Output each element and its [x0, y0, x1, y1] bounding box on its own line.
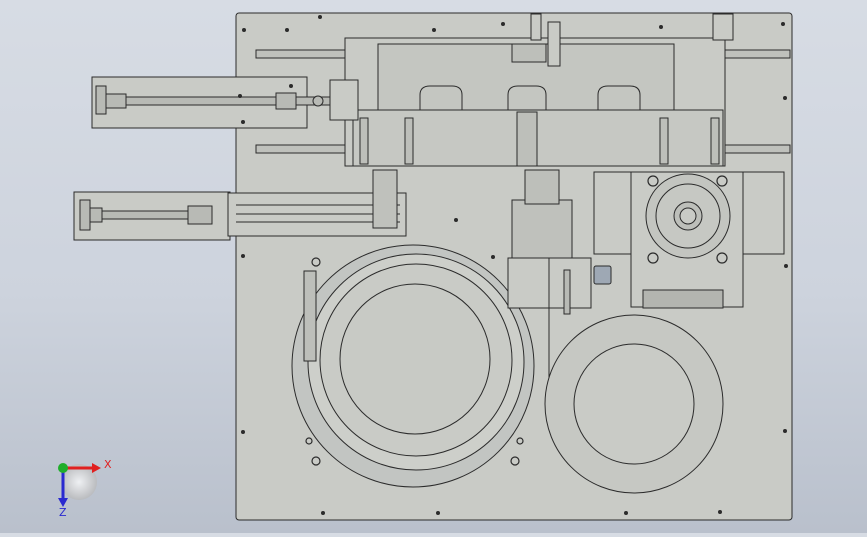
- top-mount-post: [547, 21, 561, 67]
- cylinder-end-block: [329, 79, 359, 121]
- feeder-bowl-center: [339, 283, 491, 435]
- indexer-shaft: [679, 207, 697, 225]
- coordinate-triad: [58, 463, 101, 507]
- cad-viewport[interactable]: X Z: [0, 0, 867, 533]
- indicator-square: [593, 265, 612, 285]
- indexer-base-slot: [642, 289, 724, 309]
- top-bracket: [530, 13, 542, 41]
- x-axis-label: X: [104, 458, 112, 471]
- bowl-guide-rail: [303, 270, 317, 362]
- assembly-drawing: X Z: [58, 12, 793, 521]
- top-mount-block: [511, 43, 547, 63]
- feed-head-column: [524, 169, 560, 205]
- feed-head-upper: [511, 199, 573, 259]
- transfer-clamp: [372, 169, 398, 229]
- top-bracket-right: [712, 13, 734, 41]
- feed-sensor: [563, 269, 571, 315]
- z-axis-label: Z: [59, 506, 67, 519]
- turntable-inner: [573, 343, 695, 465]
